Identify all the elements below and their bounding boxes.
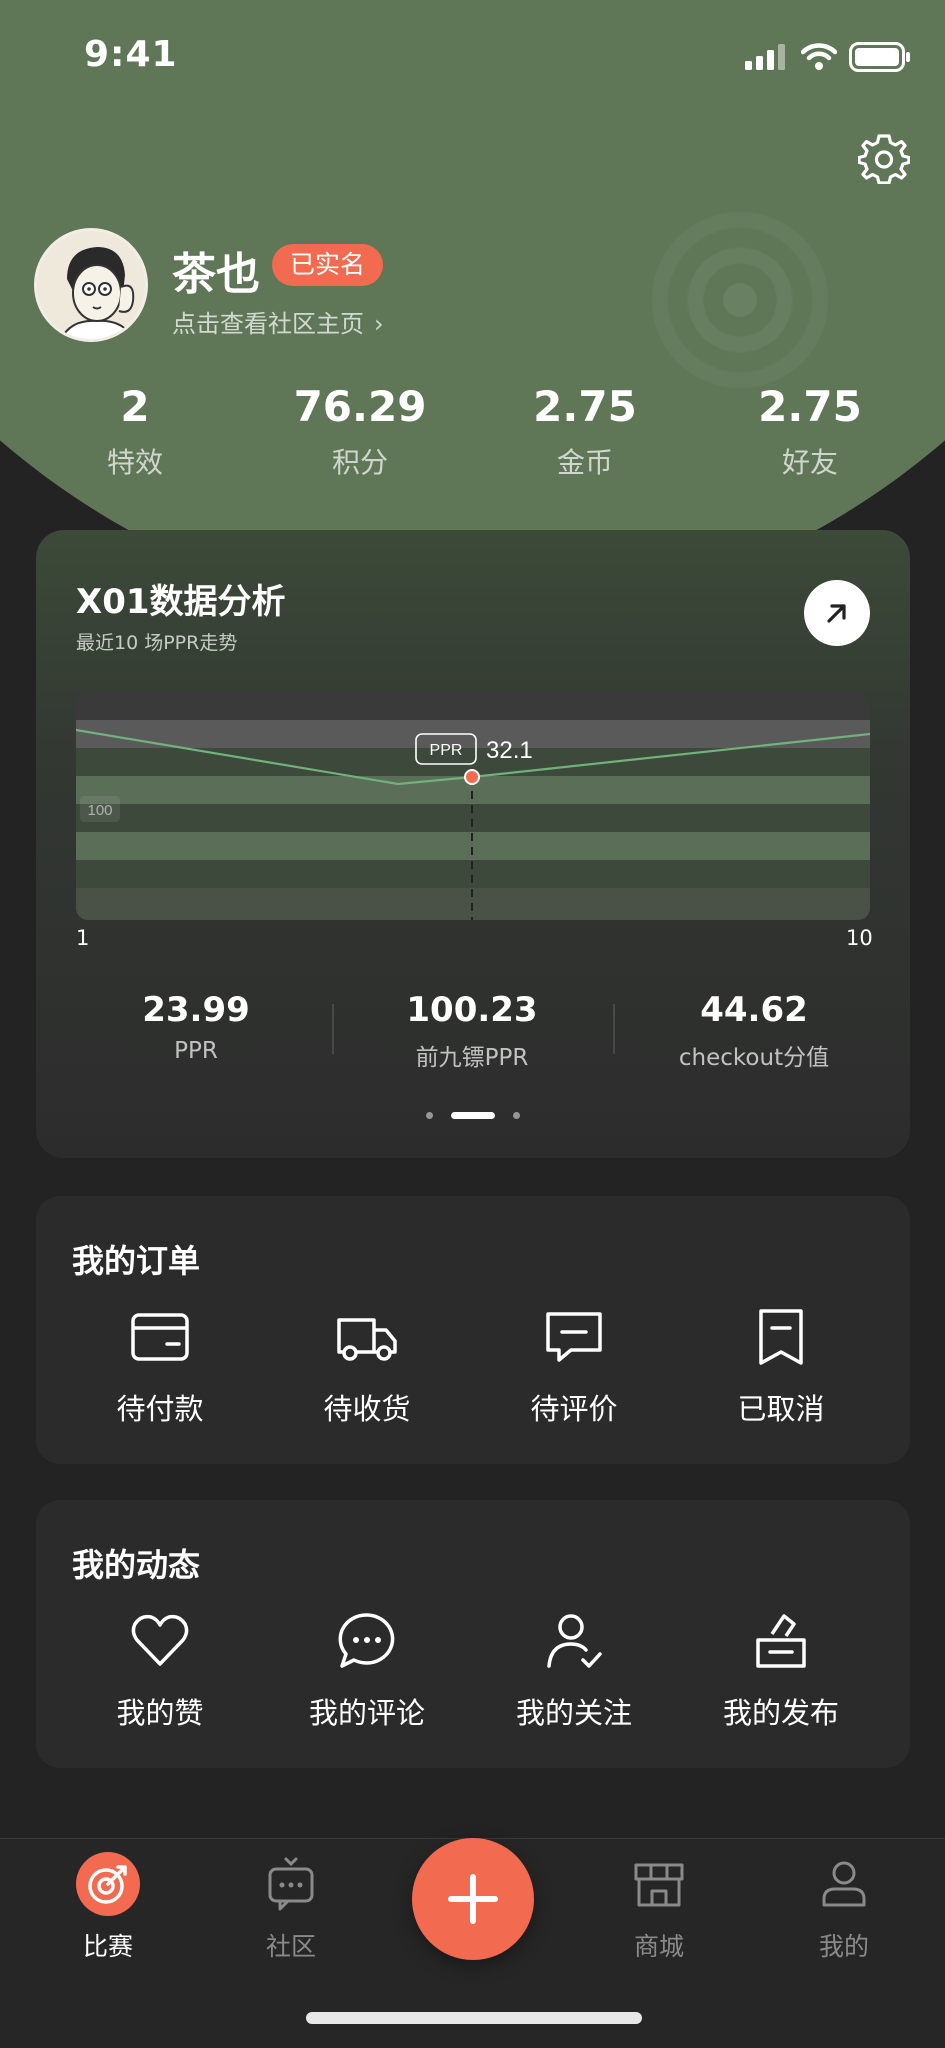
page-dot-active[interactable]: [451, 1112, 495, 1119]
stat-points[interactable]: 76.29 积分: [260, 382, 460, 481]
stat-friends[interactable]: 2.75 好友: [710, 382, 910, 481]
order-cancelled[interactable]: 已取消: [681, 1306, 881, 1428]
heart-icon: [131, 1614, 189, 1666]
metric-checkout: 44.62 checkout分值: [624, 990, 884, 1072]
xtick-label-start: 1: [76, 926, 90, 950]
signal-icon: [745, 44, 785, 70]
metric-divider: [332, 1004, 334, 1054]
xtick-label-end: 10: [846, 926, 873, 950]
metric-value: 100.23: [406, 990, 538, 1030]
order-pending-delivery[interactable]: 待收货: [267, 1306, 467, 1428]
x01-analysis-card[interactable]: X01数据分析 最近10 场PPR走势 PPR 32.1 100 1 10 23…: [36, 530, 910, 1158]
metric-value: 44.62: [700, 990, 808, 1030]
cancel-icon: [759, 1309, 803, 1365]
match-icon: [76, 1852, 140, 1916]
activity-label: 我的发布: [722, 1696, 839, 1730]
order-label: 待评价: [530, 1392, 618, 1426]
tab-community[interactable]: 社区: [221, 1851, 361, 1963]
tab-match[interactable]: 比赛: [38, 1851, 178, 1963]
stat-label: 金币: [556, 446, 613, 479]
arrow-up-right-icon: [827, 604, 846, 623]
order-label: 待收货: [323, 1392, 411, 1426]
order-label: 待付款: [116, 1392, 204, 1426]
activity-label: 我的评论: [308, 1696, 425, 1730]
activity-label: 我的关注: [515, 1696, 632, 1730]
page-indicator: [36, 1112, 910, 1119]
order-pending-payment[interactable]: 待付款: [60, 1306, 260, 1428]
stat-value: 2: [120, 382, 150, 431]
wallet-icon: [131, 1313, 189, 1361]
profile-icon: [822, 1861, 866, 1907]
highlight-point[interactable]: [464, 769, 480, 785]
my-activity-card: 我的动态 我的赞 我的评论 我的关注 我的发布: [36, 1500, 910, 1768]
metric-value: 23.99: [142, 990, 250, 1030]
follow-icon: [547, 1614, 602, 1668]
truck-icon: [337, 1318, 397, 1361]
activity-likes[interactable]: 我的赞: [60, 1610, 260, 1732]
publish-icon: [756, 1614, 806, 1668]
tooltip-label: PPR: [430, 742, 463, 759]
chart-band: [76, 692, 870, 720]
activity-label: 我的赞: [116, 1696, 204, 1730]
orders-title: 我的订单: [72, 1242, 201, 1280]
create-fab-button[interactable]: [412, 1838, 534, 1960]
stat-label: 积分: [331, 446, 388, 479]
stat-label: 特效: [106, 446, 163, 479]
tab-label: 我的: [818, 1932, 869, 1961]
ytick-label: 100: [87, 802, 112, 819]
activity-following[interactable]: 我的关注: [474, 1610, 674, 1732]
page-dot[interactable]: [513, 1112, 520, 1119]
user-name: 茶也: [172, 249, 260, 300]
expand-button[interactable]: [804, 580, 870, 646]
metric-ppr: 23.99 PPR: [66, 990, 326, 1064]
message-icon: [546, 1312, 602, 1362]
battery-icon: [849, 42, 910, 72]
status-time: 9:41: [84, 34, 178, 75]
comment-icon: [338, 1613, 395, 1668]
home-indicator[interactable]: [306, 2012, 642, 2024]
community-icon: [268, 1857, 314, 1911]
profile-screen: 9:41 茶也 已实名 点击查看社区主页 › 2 特效 76.29 积分 2.7…: [0, 0, 945, 2048]
tab-shop[interactable]: 商城: [589, 1851, 729, 1963]
metric-divider: [613, 1004, 615, 1054]
page-dot[interactable]: [426, 1112, 433, 1119]
plus-icon: [448, 1874, 498, 1924]
ppr-trend-chart: PPR 32.1 100: [76, 692, 870, 920]
activity-title: 我的动态: [72, 1546, 201, 1584]
tooltip-value: 32.1: [486, 737, 533, 764]
stat-value: 2.75: [533, 382, 637, 431]
stat-coins[interactable]: 2.75 金币: [485, 382, 685, 481]
tab-label: 比赛: [82, 1932, 133, 1961]
order-label: 已取消: [737, 1392, 825, 1426]
tab-label: 社区: [265, 1932, 316, 1961]
community-home-link[interactable]: 点击查看社区主页 ›: [172, 304, 384, 339]
avatar[interactable]: [34, 228, 148, 342]
tab-mine[interactable]: 我的: [774, 1851, 914, 1963]
analysis-title: X01数据分析: [76, 582, 286, 622]
order-pending-review[interactable]: 待评价: [474, 1306, 674, 1428]
community-link-text: 点击查看社区主页: [172, 310, 364, 338]
tab-label: 商城: [633, 1932, 684, 1961]
chevron-right-icon: ›: [374, 310, 384, 338]
metric-first-nine-ppr: 100.23 前九镖PPR: [342, 990, 602, 1072]
stat-label: 好友: [781, 446, 838, 479]
wifi-icon: [801, 43, 837, 70]
activity-comments[interactable]: 我的评论: [267, 1610, 467, 1732]
my-orders-card: 我的订单 待付款 待收货 待评价 已取消: [36, 1196, 910, 1464]
settings-gear-icon[interactable]: [858, 132, 910, 184]
metric-label: 前九镖PPR: [415, 1045, 529, 1071]
stat-value: 2.75: [758, 382, 862, 431]
ppr-trend-svg: PPR 32.1 100: [76, 692, 870, 920]
metric-label: checkout分值: [678, 1045, 830, 1071]
status-icons: [745, 42, 911, 72]
verified-badge: 已实名: [272, 244, 384, 286]
activity-posts[interactable]: 我的发布: [681, 1610, 881, 1732]
stat-value: 76.29: [293, 382, 427, 431]
analysis-subtitle: 最近10 场PPR走势: [76, 632, 238, 654]
shop-icon: [634, 1863, 684, 1907]
metric-label: PPR: [174, 1038, 218, 1064]
analysis-metrics: 23.99 PPR 100.23 前九镖PPR 44.62 checkout分值: [36, 990, 910, 1080]
stat-effects[interactable]: 2 特效: [35, 382, 235, 481]
